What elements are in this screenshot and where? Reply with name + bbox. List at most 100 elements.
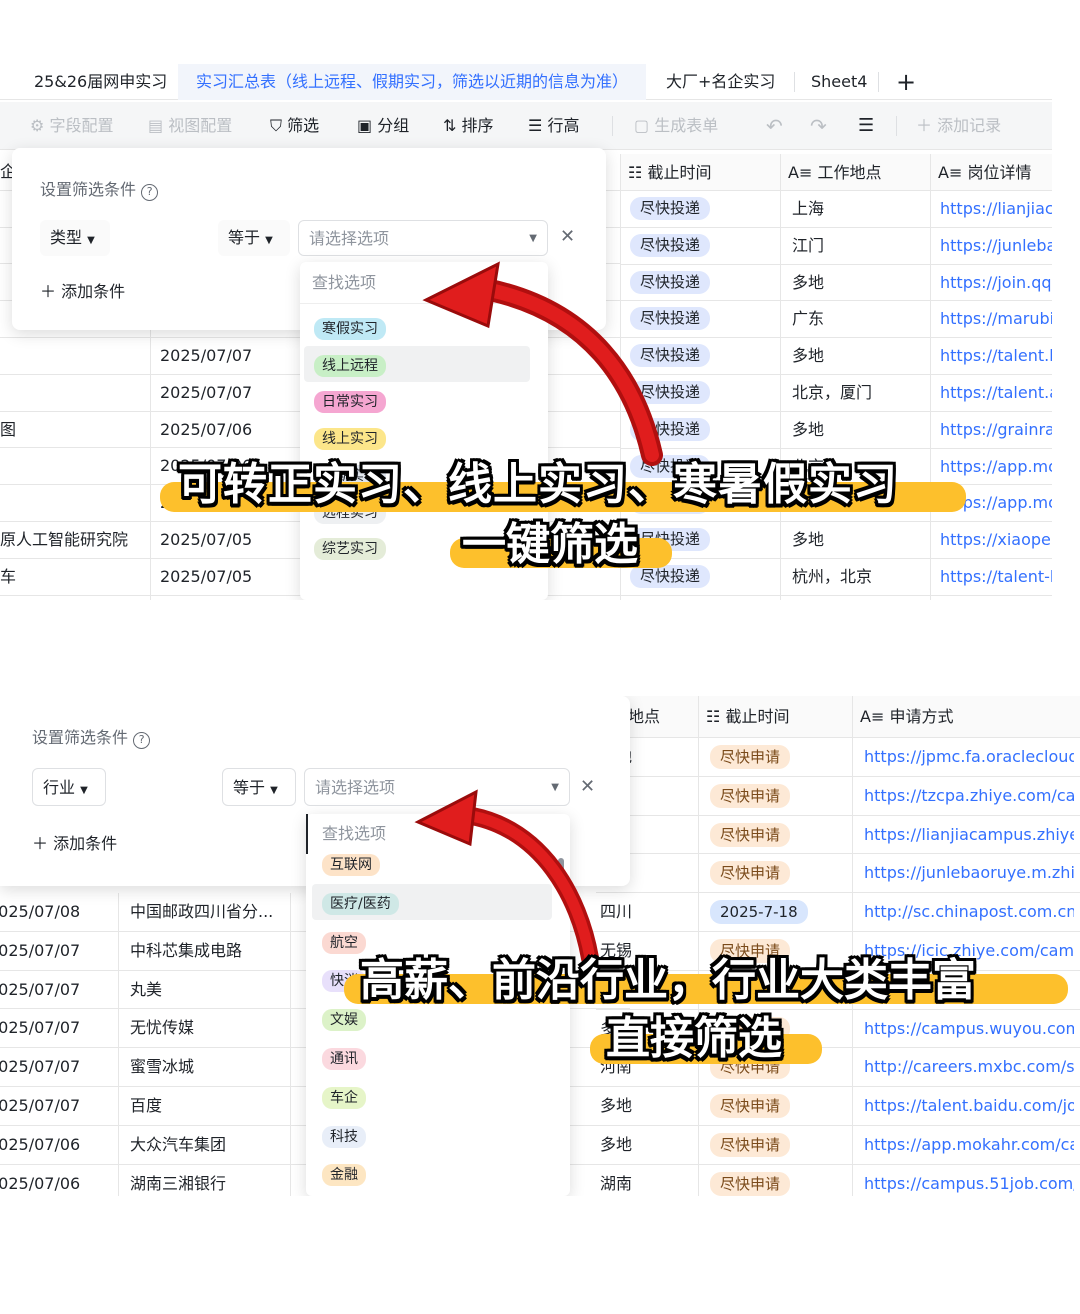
add-sheet-button[interactable]: + <box>896 64 916 100</box>
location-cell: 上海 <box>792 199 825 218</box>
tab-internship-summary[interactable]: 实习汇总表（线上远程、假期实习，筛选以近期的信息为准） <box>178 64 647 100</box>
deadline-cell: 尽快申请 <box>710 1133 791 1157</box>
detail-link[interactable]: https://talent.alibaba <box>940 375 1052 412</box>
tab-campus-internship[interactable]: 25&26届网申实习 <box>34 64 167 100</box>
table-row[interactable]: 尽快投递多地https://xiaopeng <box>620 522 1052 559</box>
company-cell: 大众汽车集团 <box>130 1134 227 1154</box>
table-row[interactable]: 尽快申请 https://junlebaoruye.m.zhiye.com <box>596 854 1080 894</box>
table-row[interactable]: 尽快投递多地https://grainrain <box>620 412 1052 449</box>
location-header-label: 工作地点 <box>817 163 882 182</box>
apply-link[interactable]: https://app.mokahr.com/campus <box>864 1126 1074 1165</box>
table-row[interactable]: 湖南 尽快申请 https://campus.51job.com/ <box>596 1165 1080 1196</box>
condition-field-select[interactable]: 行业 ▼ <box>32 768 106 806</box>
option-tag[interactable]: 科技 <box>322 1125 366 1148</box>
option-tag[interactable]: 寒假实习 <box>314 318 386 340</box>
detail-link[interactable]: https://join.qq.com <box>940 265 1052 302</box>
table-row[interactable]: 尽快投递 杭州，北京 https://talent-holding <box>620 559 1052 596</box>
table-row[interactable]: 多地尽快申请https://jpmc.fa.oraclecloud.com <box>596 738 1080 777</box>
deadline-column-header[interactable]: ☷ 截止时间 <box>628 154 711 191</box>
value-select[interactable]: 请选择选项 ▼ <box>298 220 548 256</box>
apply-link[interactable]: https://tzcpa.zhiye.com/campus <box>864 777 1074 816</box>
apply-header-label: 申请方式 <box>889 707 954 726</box>
company-cell: 湖南三湘银行 <box>130 1173 227 1193</box>
deadline-column-header[interactable]: ☷ 截止时间 <box>706 696 789 738</box>
add-record-button[interactable]: ＋ 添加记录 <box>916 102 1001 150</box>
detail-link[interactable]: https://lianjiacampus <box>940 191 1052 228</box>
option-tag[interactable]: 线上实习 <box>314 428 386 451</box>
generate-form-button[interactable]: ▢ 生成表单 <box>634 102 718 150</box>
location-column-header[interactable]: 地点 <box>628 696 660 738</box>
view-config-button[interactable]: ▤ 视图配置 <box>148 102 232 150</box>
option-tag[interactable]: 文娱 <box>322 1009 366 1032</box>
apply-column-header[interactable]: A≡ 申请方式 <box>860 696 953 738</box>
add-condition-button[interactable]: ＋ 添加条件 <box>40 278 125 302</box>
option-tag[interactable]: 金融 <box>322 1164 366 1187</box>
detail-link[interactable]: https://junlebaoruye <box>940 228 1052 265</box>
apply-link[interactable]: https://campus.wuyou.com/ <box>864 1010 1074 1049</box>
deadline-cell: 尽快投递 <box>630 197 711 220</box>
option-tag[interactable]: 互联网 <box>322 854 380 876</box>
operator-select[interactable]: 等于 ▼ <box>222 768 296 806</box>
search-records-icon[interactable]: ☰ <box>858 102 874 150</box>
apply-link[interactable]: https://campus.51job.com/ <box>864 1165 1074 1196</box>
detail-link[interactable]: https://marubi.zhiye <box>940 301 1052 338</box>
operator-select[interactable]: 等于 ▼ <box>218 220 290 256</box>
apply-link[interactable]: https://talent.baidu.com/jobs <box>864 1087 1074 1126</box>
caption-line-2: 一键筛选 <box>462 519 638 570</box>
table-row[interactable]: 尽快申请 https://lianjiacampus.zhiye.com <box>596 816 1080 855</box>
group-button[interactable]: ▣ 分组 <box>357 102 409 150</box>
text-field-icon: A≡ <box>860 707 885 726</box>
remove-condition-icon[interactable]: ✕ <box>560 226 575 247</box>
tab-sheet4[interactable]: Sheet4 <box>811 64 867 100</box>
detail-link[interactable]: https://xiaopeng <box>940 522 1052 559</box>
option-tag[interactable]: 线上远程 <box>314 354 386 377</box>
deadline-cell: 尽快申请 <box>710 1171 791 1196</box>
apply-link[interactable]: https://lianjiacampus.zhiye.com <box>864 816 1074 855</box>
apply-link[interactable]: https://jpmc.fa.oraclecloud.com <box>864 738 1074 777</box>
apply-link[interactable]: http://careers.mxbc.com/social <box>864 1048 1074 1087</box>
table-row[interactable]: 尽快投递 上海 https://lianjiacampus <box>620 191 1052 228</box>
table-row[interactable]: 尽快投递北京，厦门https://talent.alibaba <box>620 375 1052 412</box>
location-column-header[interactable]: A≡ 工作地点 <box>788 154 881 191</box>
detail-column-header[interactable]: A≡ 岗位详情 <box>938 154 1031 191</box>
add-condition-label: 添加条件 <box>53 834 118 853</box>
undo-icon[interactable]: ↶ <box>766 102 783 150</box>
detail-link[interactable]: https://talent-holding <box>940 559 1052 596</box>
option-tag[interactable]: 医疗/医药 <box>322 892 399 915</box>
date-cell: 2025/07/05 <box>160 530 253 549</box>
condition-field-select[interactable]: 类型 ▼ <box>40 220 110 256</box>
row-height-button[interactable]: ☰ 行高 <box>528 102 579 150</box>
table-row[interactable]: 四川 2025-7-18 http://sc.chinapost.com.cn/ <box>596 893 1080 932</box>
detail-link[interactable]: https://app.mokahr <box>940 449 1052 486</box>
form-icon: ▢ <box>634 116 650 135</box>
date-cell: 2025/07/07 <box>0 979 81 999</box>
redo-icon[interactable]: ↷ <box>810 102 827 150</box>
filter-button[interactable]: ⛉ 筛选 <box>270 102 319 150</box>
option-tag[interactable]: 综艺实习 <box>314 538 386 561</box>
table-row[interactable]: 尽快申请 https://tzcpa.zhiye.com/campus <box>596 777 1080 816</box>
sheet-tabs: 25&26届网申实习 实习汇总表（线上远程、假期实习，筛选以近期的信息为准） 大… <box>0 64 1052 100</box>
table-row[interactable]: 多地 尽快申请 https://app.mokahr.com/campus <box>596 1126 1080 1165</box>
apply-link[interactable]: http://sc.chinapost.com.cn/ <box>864 893 1074 932</box>
field-config-button[interactable]: ⚙ 字段配置 <box>30 102 113 150</box>
tab-big-companies[interactable]: 大厂+名企实习 <box>666 64 775 100</box>
tab-divider <box>878 72 879 92</box>
table-row[interactable]: 尽快投递 江门 https://junlebaoruye <box>620 228 1052 265</box>
add-condition-button[interactable]: ＋ 添加条件 <box>32 830 117 854</box>
option-tag[interactable]: 日常实习 <box>314 391 386 414</box>
table-row[interactable]: 多地 尽快申请 https://talent.baidu.com/jobs <box>596 1087 1080 1126</box>
table-row[interactable]: 尽快投递多地https://join.qq.com <box>620 265 1052 302</box>
company-cell: 中国邮政四川省分... <box>130 902 274 921</box>
detail-link[interactable]: https://talent.baidu <box>940 338 1052 375</box>
group-icon: ▣ <box>357 116 373 135</box>
top-panel: 25&26届网申实习 实习汇总表（线上远程、假期实习，筛选以近期的信息为准） 大… <box>0 0 1052 600</box>
option-tag[interactable]: 通讯 <box>322 1048 366 1070</box>
detail-link[interactable]: https://grainrain <box>940 412 1052 449</box>
sort-button[interactable]: ⇅ 排序 <box>443 102 494 150</box>
option-tag[interactable]: 车企 <box>322 1086 366 1109</box>
name-cell: 图 <box>0 419 17 439</box>
apply-link[interactable]: https://junlebaoruye.m.zhiye.com <box>864 854 1074 893</box>
caret-down-icon: ▼ <box>80 785 88 796</box>
table-row[interactable]: 尽快投递广东https://marubi.zhiye <box>620 301 1052 339</box>
table-row[interactable]: 尽快投递多地https://talent.baidu <box>620 338 1052 375</box>
